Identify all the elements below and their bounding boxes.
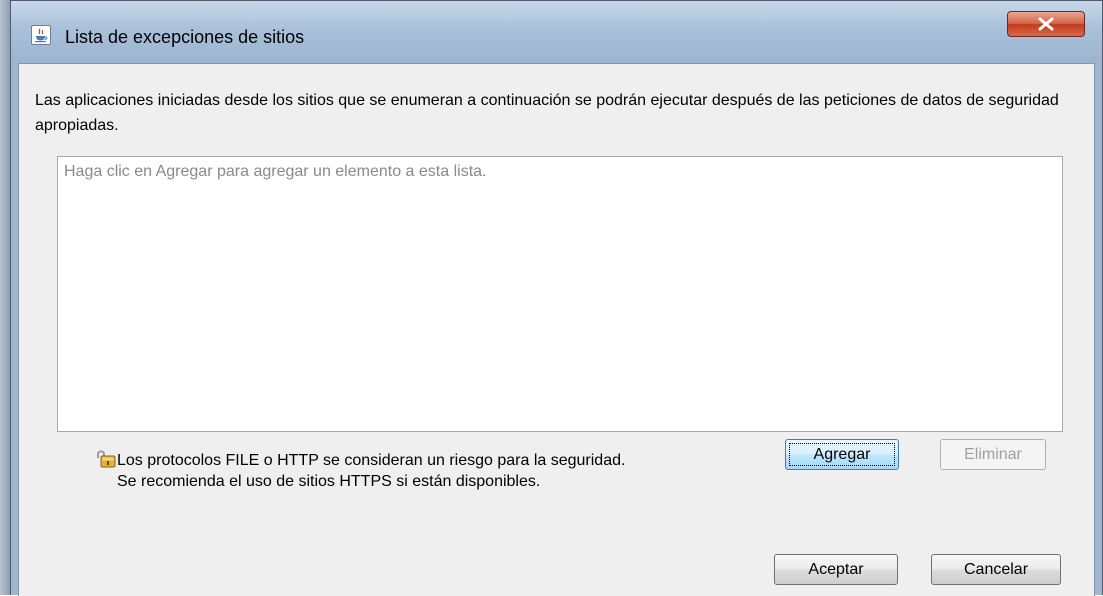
cancel-button-label: Cancelar bbox=[963, 561, 1029, 578]
add-button-label: Agregar bbox=[813, 446, 871, 463]
window-title: Lista de excepciones de sitios bbox=[65, 27, 305, 47]
security-warning: Los protocolos FILE o HTTP se consideran… bbox=[117, 450, 625, 492]
background-window-edge bbox=[0, 0, 10, 595]
java-cup-icon bbox=[31, 25, 51, 45]
ok-button[interactable]: Aceptar bbox=[774, 554, 898, 585]
title-bar[interactable]: Lista de excepciones de sitios bbox=[11, 1, 1102, 63]
site-list-placeholder: Haga clic en Agregar para agregar un ele… bbox=[64, 163, 487, 180]
remove-button[interactable]: Eliminar bbox=[940, 439, 1046, 470]
site-list[interactable]: Haga clic en Agregar para agregar un ele… bbox=[57, 156, 1063, 432]
close-icon bbox=[1038, 17, 1054, 31]
ok-button-label: Aceptar bbox=[808, 561, 864, 578]
security-warning-line-1: Los protocolos FILE o HTTP se consideran… bbox=[117, 452, 626, 469]
dialog-description: Las aplicaciones iniciadas desde los sit… bbox=[35, 92, 1059, 134]
site-exception-list-dialog: Lista de excepciones de sitios Las aplic… bbox=[10, 0, 1103, 596]
cancel-button[interactable]: Cancelar bbox=[931, 554, 1061, 585]
dialog-body: Las aplicaciones iniciadas desde los sit… bbox=[18, 63, 1095, 596]
security-warning-line-2: Se recomienda el uso de sitios HTTPS si … bbox=[117, 473, 541, 490]
add-button[interactable]: Agregar bbox=[785, 439, 899, 470]
close-button[interactable] bbox=[1007, 11, 1085, 37]
remove-button-label: Eliminar bbox=[964, 446, 1022, 463]
lock-icon bbox=[95, 448, 117, 470]
